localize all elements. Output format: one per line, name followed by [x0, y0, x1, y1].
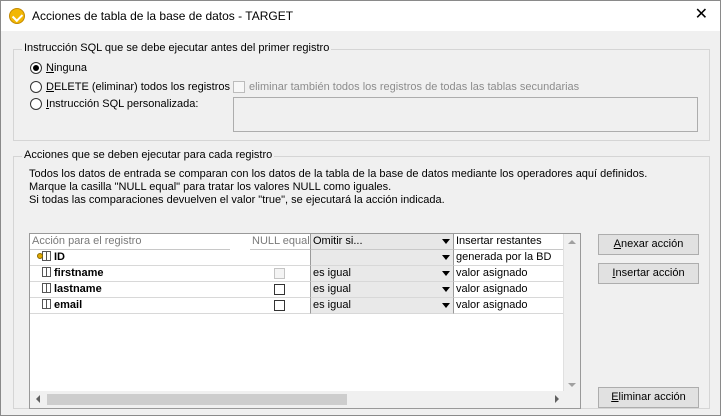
table-row[interactable]: firstname es igual valor asignado — [30, 266, 570, 282]
append-action-button[interactable]: Anexar acción — [598, 234, 699, 255]
also-delete-box[interactable] — [233, 81, 245, 93]
radio-none[interactable]: Ninguna — [30, 62, 87, 74]
vertical-scrollbar[interactable] — [563, 234, 580, 392]
radio-none-label: Ninguna — [46, 62, 87, 74]
radio-custom-sql[interactable]: Instrucción SQL personalizada: — [30, 98, 198, 110]
scroll-left-icon[interactable] — [36, 395, 40, 403]
radio-delete-indicator[interactable] — [30, 81, 42, 93]
header-null-equal: NULL equal — [250, 234, 310, 250]
insert-value: valor asignado — [454, 298, 569, 314]
window-title: Acciones de tabla de la base de datos - … — [32, 9, 294, 23]
field-name: lastname — [30, 282, 310, 298]
title-bar: Acciones de tabla de la base de datos - … — [1, 1, 720, 31]
chevron-down-icon[interactable] — [442, 303, 450, 308]
also-delete-checkbox[interactable]: eliminar también todos los registros de … — [233, 81, 579, 93]
actions-description-2: Marque la casilla "NULL equal" para trat… — [29, 181, 392, 193]
table-row[interactable]: lastname es igual valor asignado — [30, 282, 570, 298]
header-insert[interactable]: Insertar restantes — [454, 234, 569, 250]
scroll-down-icon[interactable] — [568, 383, 576, 387]
radio-custom-label: Instrucción SQL personalizada: — [46, 98, 199, 110]
chevron-down-icon[interactable] — [442, 287, 450, 292]
column-icon — [42, 267, 51, 277]
insert-value: valor asignado — [454, 282, 569, 298]
column-icon — [42, 283, 51, 293]
key-icon — [37, 253, 43, 259]
column-icon — [42, 299, 51, 309]
insert-value: valor asignado — [454, 266, 569, 282]
insert-action-button[interactable]: Insertar acción — [598, 263, 699, 284]
actions-grid: Acción para el registro NULL equal Omiti… — [29, 233, 581, 409]
header-omit-label: Omitir si... — [313, 235, 363, 247]
field-name: firstname — [30, 266, 310, 282]
null-equal-checkbox[interactable] — [274, 284, 285, 295]
column-icon — [42, 251, 51, 261]
radio-delete-all[interactable]: DELETE (eliminar) todos los registros — [30, 81, 230, 93]
insert-value: generada por la BD — [454, 250, 569, 266]
delete-action-button[interactable]: Eliminar acción — [598, 387, 699, 408]
chevron-down-icon[interactable] — [442, 255, 450, 260]
operator-dropdown[interactable]: es igual — [310, 282, 454, 298]
horizontal-scroll-thumb[interactable] — [47, 394, 347, 405]
operator-dropdown[interactable]: es igual — [310, 298, 454, 314]
field-name: email — [30, 298, 310, 314]
chevron-down-icon[interactable] — [442, 271, 450, 276]
field-name: ID — [30, 250, 310, 266]
pre-sql-legend: Instrucción SQL que se debe ejecutar ant… — [22, 42, 332, 54]
null-equal-checkbox[interactable] — [274, 268, 285, 279]
table-row[interactable]: email es igual valor asignado — [30, 298, 570, 314]
operator-dropdown[interactable] — [310, 250, 454, 266]
chevron-down-icon[interactable] — [442, 239, 450, 244]
dialog-window: Acciones de tabla de la base de datos - … — [0, 0, 721, 416]
horizontal-scrollbar[interactable] — [30, 391, 565, 408]
operator-dropdown[interactable]: es igual — [310, 266, 454, 282]
table-row[interactable]: ID generada por la BD — [30, 250, 570, 266]
actions-description-1: Todos los datos de entrada se comparan c… — [29, 168, 648, 180]
radio-none-indicator[interactable] — [30, 62, 42, 74]
scroll-corner — [563, 391, 580, 408]
actions-description-3: Si todas las comparaciones devuelven el … — [29, 194, 445, 206]
radio-custom-indicator[interactable] — [30, 98, 42, 110]
header-field: Acción para el registro — [30, 234, 230, 250]
header-insert-label: Insertar restantes — [456, 235, 542, 247]
header-omit-dropdown[interactable]: Omitir si... — [310, 234, 454, 250]
radio-delete-label: DELETE (eliminar) todos los registros — [46, 81, 231, 93]
app-logo-icon — [9, 8, 25, 24]
actions-legend: Acciones que se deben ejecutar para cada… — [22, 149, 275, 161]
also-delete-label: eliminar también todos los registros de … — [249, 81, 580, 93]
null-equal-checkbox[interactable] — [274, 300, 285, 311]
close-icon[interactable]: ✕ — [695, 6, 708, 24]
scroll-up-icon[interactable] — [568, 240, 576, 244]
scroll-right-icon[interactable] — [555, 395, 559, 403]
custom-sql-input[interactable] — [233, 97, 698, 132]
